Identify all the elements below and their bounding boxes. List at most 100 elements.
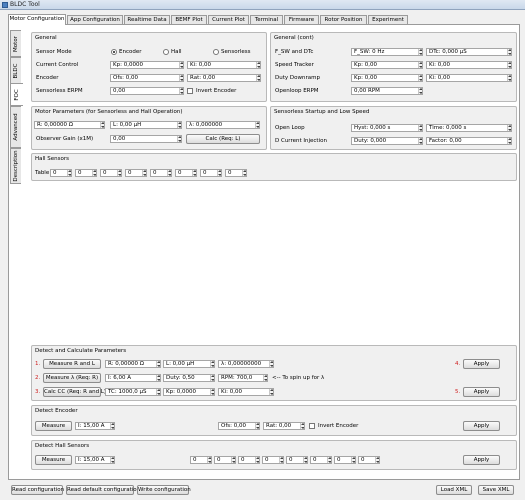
encoder-current-field[interactable]: I: 15,00 A bbox=[75, 422, 115, 430]
factor-field[interactable]: Factor: 0,00 bbox=[426, 137, 512, 145]
hall-table-field[interactable]: 0 bbox=[150, 169, 172, 177]
step-2-number: 2. bbox=[35, 375, 41, 381]
detected-invert-encoder-checkbox[interactable] bbox=[309, 423, 315, 429]
hall-table-field[interactable]: 0 bbox=[175, 169, 197, 177]
hall-table-field[interactable]: 0 bbox=[75, 169, 97, 177]
detected-hall-field[interactable]: 0 bbox=[334, 456, 356, 464]
detect-rpm-field[interactable]: RPM: 700,0 bbox=[218, 374, 268, 382]
measure-encoder-button[interactable]: Measure bbox=[35, 421, 72, 431]
hall-current-field[interactable]: I: 15,00 A bbox=[75, 456, 115, 464]
detect-tc-field[interactable]: TC: 1000,0 µS bbox=[105, 388, 161, 396]
encoder-ratio-field[interactable]: Rat: 0,00 bbox=[187, 74, 261, 82]
detect-kp-field[interactable]: Kp: 0,0000 bbox=[163, 388, 215, 396]
hall-radio-label: Hall bbox=[171, 49, 182, 55]
apply-encoder-button[interactable]: Apply bbox=[463, 421, 500, 431]
speed-tracker-label: Speed Tracker bbox=[275, 62, 314, 68]
encoder-radio-label: Encoder bbox=[119, 49, 142, 55]
sensorless-radio[interactable] bbox=[213, 49, 219, 55]
encoder-radio[interactable] bbox=[111, 49, 117, 55]
hall-table-field[interactable]: 0 bbox=[50, 169, 72, 177]
detect-l-field[interactable]: L: 0,00 µH bbox=[163, 360, 215, 368]
hall-table-field[interactable]: 0 bbox=[100, 169, 122, 177]
side-tab-motor[interactable]: Motor bbox=[10, 30, 21, 57]
encoder-label: Encoder bbox=[36, 75, 59, 81]
write-configuration-button[interactable]: Write configuration bbox=[137, 485, 191, 495]
detected-offset-field[interactable]: Ofs: 0,00 bbox=[218, 422, 260, 430]
tab-motor-configuration[interactable]: Motor Configuration bbox=[8, 14, 66, 25]
window-title: BLDC Tool bbox=[10, 1, 40, 8]
motor-r-field[interactable]: R: 0,00000 Ω bbox=[34, 121, 105, 129]
group-title: Detect Encoder bbox=[35, 408, 78, 414]
detected-hall-field[interactable]: 0 bbox=[214, 456, 236, 464]
detected-hall-field[interactable]: 0 bbox=[358, 456, 380, 464]
speed-ki-field[interactable]: Ki: 0,00 bbox=[426, 61, 512, 69]
apply-current-control-button[interactable]: Apply bbox=[463, 387, 500, 397]
group-title: General bbox=[35, 35, 57, 41]
hall-table-field[interactable]: 0 bbox=[200, 169, 222, 177]
speed-kp-field[interactable]: Kp: 0,00 bbox=[351, 61, 423, 69]
dtc-field[interactable]: DTc: 0,000 µS bbox=[426, 48, 512, 56]
observer-gain-label: Observer Gain (x1M) bbox=[36, 136, 94, 142]
apply-hall-button[interactable]: Apply bbox=[463, 455, 500, 465]
measure-lambda-button[interactable]: Measure λ (Req: R) bbox=[43, 373, 101, 383]
read-configuration-button[interactable]: Read configuration bbox=[11, 485, 64, 495]
duty-field[interactable]: Duty: 0,000 bbox=[351, 137, 423, 145]
sensorless-erpm-label: Sensorless ERPM bbox=[36, 88, 83, 94]
hall-table-label: Table bbox=[35, 170, 50, 176]
detect-hall-sensors-group: Detect Hall Sensors bbox=[31, 440, 517, 470]
detect-duty-field[interactable]: Duty: 0,50 bbox=[163, 374, 215, 382]
side-tab-advanced[interactable]: Advanced bbox=[10, 106, 21, 148]
fsw-label: F_SW and DTc bbox=[275, 49, 314, 55]
open-loop-label: Open Loop bbox=[275, 125, 305, 131]
calc-req-l-button[interactable]: Calc (Req: L) bbox=[186, 134, 260, 144]
hall-table-field[interactable]: 0 bbox=[225, 169, 247, 177]
d-current-injection-label: D Current Injection bbox=[275, 138, 327, 144]
hyst-field[interactable]: Hyst: 0,000 s bbox=[351, 124, 423, 132]
openloop-erpm-field[interactable]: 0,00 RPM bbox=[351, 87, 423, 95]
step-4-number: 4. bbox=[455, 361, 461, 367]
side-tab-bldc[interactable]: BLDC bbox=[10, 57, 21, 84]
current-ki-field[interactable]: Ki: 0,00 bbox=[187, 61, 261, 69]
detected-hall-field[interactable]: 0 bbox=[310, 456, 332, 464]
side-tab-foc[interactable]: FOC bbox=[10, 83, 23, 106]
invert-encoder-checkbox[interactable] bbox=[187, 88, 193, 94]
detected-ratio-field[interactable]: Rat: 0,00 bbox=[263, 422, 305, 430]
read-default-configuration-button[interactable]: Read default configuration bbox=[66, 485, 140, 495]
time-field[interactable]: Time: 0,000 s bbox=[426, 124, 512, 132]
measure-r-and-l-button[interactable]: Measure R and L bbox=[43, 359, 101, 369]
duty-kp-field[interactable]: Kp: 0,00 bbox=[351, 74, 423, 82]
group-title: Sensorless Startup and Low Speed bbox=[274, 109, 370, 115]
detect-current-field[interactable]: I: 6,00 A bbox=[105, 374, 161, 382]
group-title: General (cont) bbox=[274, 35, 314, 41]
measure-hall-button[interactable]: Measure bbox=[35, 455, 72, 465]
detected-hall-field[interactable]: 0 bbox=[286, 456, 308, 464]
current-kp-field[interactable]: Kp: 0,0000 bbox=[110, 61, 184, 69]
motor-l-field[interactable]: L: 0,00 µH bbox=[110, 121, 182, 129]
observer-gain-field[interactable]: 0,00 bbox=[110, 135, 182, 143]
detected-invert-encoder-label: Invert Encoder bbox=[318, 423, 359, 429]
duty-ki-field[interactable]: Ki: 0,00 bbox=[426, 74, 512, 82]
motor-lambda-field[interactable]: λ: 0,000000 bbox=[186, 121, 260, 129]
load-xml-button[interactable]: Load XML bbox=[436, 485, 472, 495]
fsw-field[interactable]: F_SW: 0 Hz bbox=[351, 48, 423, 56]
hall-radio[interactable] bbox=[163, 49, 169, 55]
save-xml-button[interactable]: Save XML bbox=[478, 485, 514, 495]
group-title: Detect Hall Sensors bbox=[35, 443, 90, 449]
apply-motor-params-button[interactable]: Apply bbox=[463, 359, 500, 369]
side-tab-description[interactable]: Description bbox=[10, 148, 21, 184]
sensorless-radio-label: Sensorless bbox=[221, 49, 251, 55]
encoder-offset-field[interactable]: Ofs: 0,00 bbox=[110, 74, 184, 82]
detect-lambda-field[interactable]: λ: 0,00000000 bbox=[218, 360, 274, 368]
calc-cc-button[interactable]: Calc CC (Req: R and L) bbox=[43, 387, 106, 397]
sensorless-erpm-field[interactable]: 0,00 bbox=[110, 87, 184, 95]
step-3-number: 3. bbox=[35, 389, 41, 395]
detect-ki-field[interactable]: Ki: 0,00 bbox=[218, 388, 274, 396]
group-title: Hall Sensors bbox=[35, 156, 70, 162]
detected-hall-field[interactable]: 0 bbox=[238, 456, 260, 464]
group-title: Motor Parameters (for Sensorless and Hal… bbox=[35, 109, 183, 115]
detect-r-field[interactable]: R: 0,00000 Ω bbox=[105, 360, 161, 368]
hall-table-field[interactable]: 0 bbox=[125, 169, 147, 177]
detected-hall-field[interactable]: 0 bbox=[190, 456, 212, 464]
current-control-label: Current Control bbox=[36, 62, 79, 68]
detected-hall-field[interactable]: 0 bbox=[262, 456, 284, 464]
